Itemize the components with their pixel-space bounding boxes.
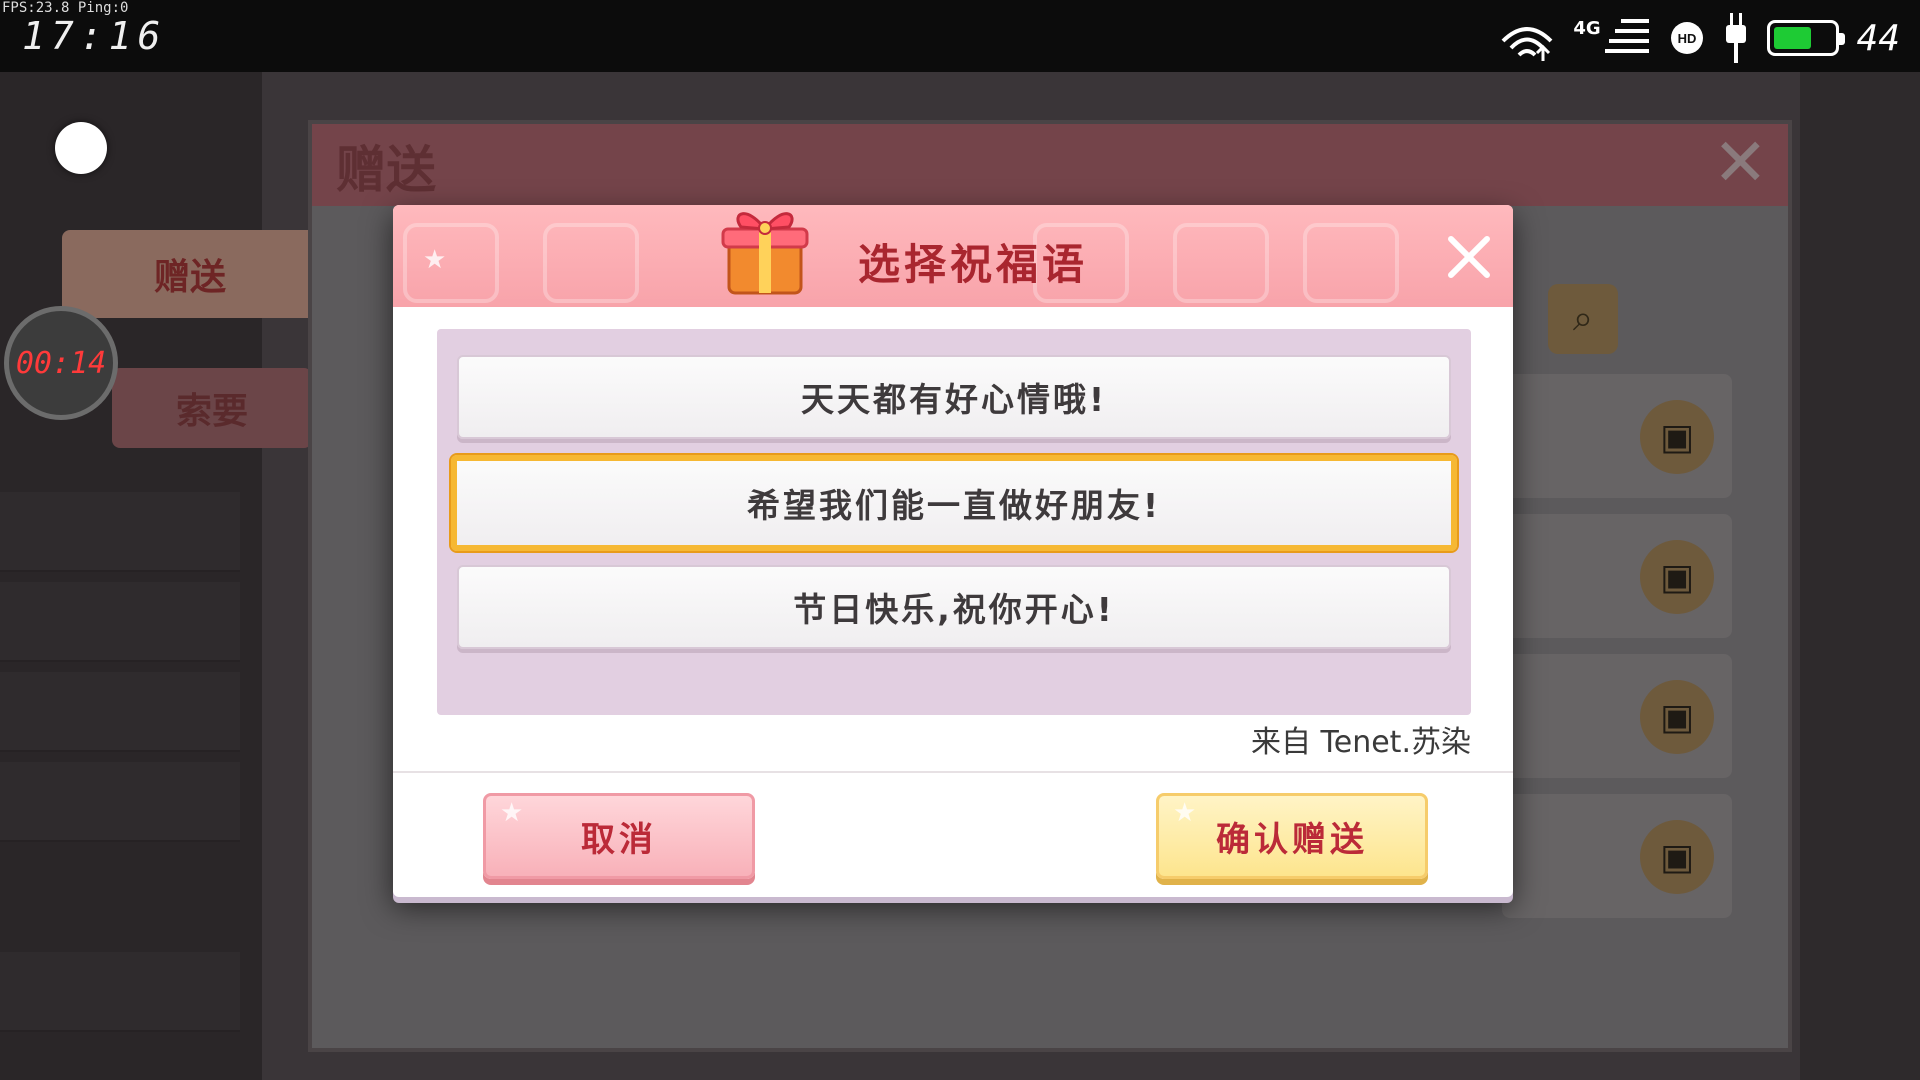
- dialog-divider: [393, 771, 1513, 773]
- blessing-option-1[interactable]: 天天都有好心情哦!: [457, 355, 1451, 439]
- floating-assist-dot[interactable]: [55, 122, 107, 174]
- background-gift-slot: ▣: [1502, 654, 1732, 778]
- background-gift-icon: ▣: [1640, 680, 1714, 754]
- close-x-icon[interactable]: [1441, 229, 1497, 285]
- blessing-list: 天天都有好心情哦! 希望我们能一直做好朋友! 节日快乐,祝你开心!: [437, 329, 1471, 715]
- sender-label: 来自: [1250, 725, 1311, 760]
- signal-bars-icon: [1604, 19, 1649, 53]
- record-timer[interactable]: 00:14: [4, 306, 118, 420]
- background-gift-slot: ▣: [1502, 514, 1732, 638]
- battery-percent: 44: [1856, 17, 1900, 59]
- background-gift-slot: ▣: [1502, 794, 1732, 918]
- battery-icon: [1766, 20, 1845, 56]
- background-gift-icon: ▣: [1640, 400, 1714, 474]
- network-type-label: 4G: [1573, 17, 1601, 39]
- confirm-gift-button[interactable]: ★ 确认赠送: [1156, 793, 1428, 879]
- gift-box-icon: [721, 212, 809, 295]
- hd-voice-icon: HD: [1670, 22, 1703, 54]
- battery-fill: [1773, 27, 1812, 49]
- background-gift-slot: ▣: [1502, 374, 1732, 498]
- charging-plug-icon: [1725, 13, 1746, 63]
- star-decoration: ★: [500, 798, 528, 828]
- background-gift-icon: ▣: [1640, 820, 1714, 894]
- cancel-button-label: 取消: [581, 819, 657, 860]
- dialog-title: 选择祝福语: [857, 240, 1088, 289]
- wifi-icon: [1501, 27, 1553, 61]
- blessing-option-3[interactable]: 节日快乐,祝你开心!: [457, 565, 1451, 649]
- confirm-button-label: 确认赠送: [1216, 819, 1368, 860]
- background-nav-item: [0, 952, 240, 1032]
- background-panel-header: 赠送 ✕: [312, 124, 1788, 206]
- background-close-icon: ✕: [1712, 124, 1768, 201]
- sender-line: 来自 Tenet.苏染: [1251, 717, 1471, 761]
- svg-text:HD: HD: [1677, 31, 1696, 46]
- background-panel-title: 赠送: [336, 141, 436, 199]
- background-nav-item: [0, 762, 240, 842]
- cancel-button[interactable]: ★ 取消: [483, 793, 755, 879]
- background-search-icon: ⌕: [1548, 284, 1618, 354]
- star-decoration: ★: [1173, 798, 1201, 828]
- background-tab-ask: 索要: [112, 368, 312, 448]
- sender-name: Tenet.苏染: [1320, 725, 1471, 760]
- background-right-rail: [1800, 72, 1920, 1080]
- background-nav-item: [0, 492, 240, 572]
- cellular-signal: 4G: [1573, 15, 1650, 61]
- status-clock: 17:16: [22, 14, 167, 58]
- status-bar: FPS:23.8 Ping:0 17:16 4G HD 44: [0, 0, 1920, 72]
- background-tab-gift: 赠送: [62, 230, 318, 318]
- background-sidebar: [0, 72, 262, 1080]
- blessing-select-dialog: ★ 选择祝福语 天天都有好心情哦! 希望我们能一直做好朋友! 节日快乐,祝你开心…: [393, 205, 1513, 897]
- dialog-header: ★ 选择祝福语: [393, 205, 1513, 307]
- status-icons: 4G HD 44: [1499, 10, 1900, 66]
- background-nav-item: [0, 582, 240, 662]
- blessing-option-2-selected[interactable]: 希望我们能一直做好朋友!: [451, 455, 1457, 551]
- background-gift-icon: ▣: [1640, 540, 1714, 614]
- background-nav-item: [0, 672, 240, 752]
